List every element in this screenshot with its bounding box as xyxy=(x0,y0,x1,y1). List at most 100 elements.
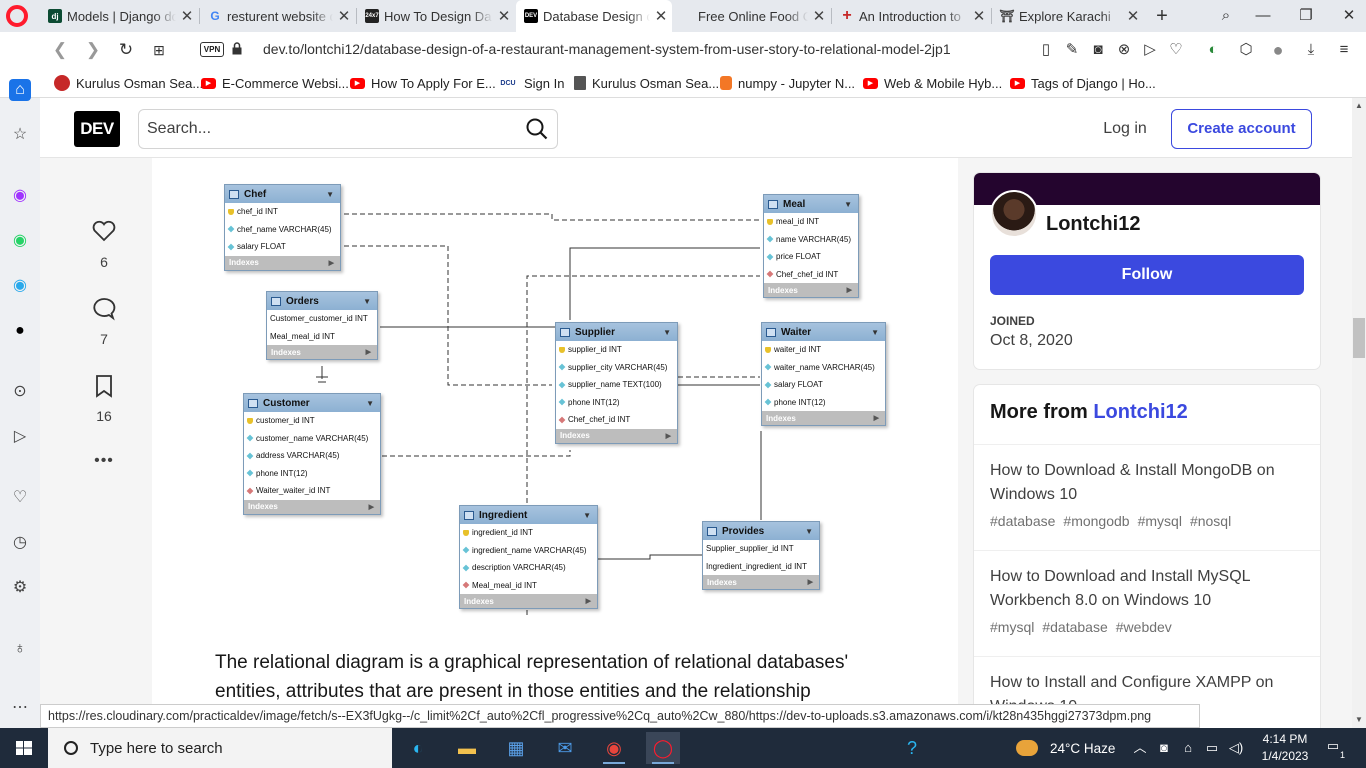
tab-google-search[interactable]: G resturent website d ✕ xyxy=(200,0,355,32)
sidebar-more-icon[interactable]: ⋯ xyxy=(9,697,31,719)
scroll-down-icon[interactable]: ▼ xyxy=(1355,715,1363,724)
tag-link[interactable]: #mongodb xyxy=(1063,513,1129,529)
tray-chevron-icon[interactable]: ︿ xyxy=(1131,738,1149,758)
send-sidebar-icon[interactable]: ▷ xyxy=(9,426,31,448)
tab-database-design-active[interactable]: DEV Database Design of ✕ xyxy=(516,0,672,32)
tag-link[interactable]: #mysql xyxy=(990,619,1034,635)
pin-icon[interactable]: ✎ xyxy=(1062,40,1082,60)
bookmark-item[interactable]: ▶ Web & Mobile Hyb... xyxy=(863,73,1002,93)
scroll-up-icon[interactable]: ▲ xyxy=(1355,101,1363,110)
messenger-icon[interactable]: ◉ xyxy=(9,185,31,207)
opera-logo-icon[interactable] xyxy=(6,5,28,27)
comment-icon[interactable] xyxy=(91,296,117,322)
snapshot-icon[interactable]: ◙ xyxy=(1088,40,1108,60)
tray-app-icon[interactable]: ◙ xyxy=(1155,738,1173,758)
tab-django-models[interactable]: dj Models | Django do ✕ xyxy=(40,0,198,32)
taskbar-search-box[interactable]: Type here to search xyxy=(48,728,392,768)
close-tab-icon[interactable]: ✕ xyxy=(493,7,515,25)
follow-button[interactable]: Follow xyxy=(990,255,1304,295)
battery-icon[interactable]: ▭ xyxy=(1203,738,1221,758)
search-input[interactable] xyxy=(147,118,507,140)
heart-sidebar-icon[interactable]: ♡ xyxy=(9,487,31,509)
bookmark-item[interactable]: ▶ E-Commerce Websi... xyxy=(201,73,349,93)
heart-reaction-icon[interactable] xyxy=(91,218,117,244)
mail-icon[interactable]: ✉ xyxy=(548,732,582,764)
more-from-item-title[interactable]: How to Download & Install MongoDB on Win… xyxy=(990,459,1304,507)
chrome-icon[interactable]: ◉ xyxy=(597,732,631,764)
er-diagram-image[interactable]: Chef ▼ chef_id INT chef_name VARCHAR(45) … xyxy=(152,158,958,628)
forward-button[interactable]: ❯ xyxy=(81,38,105,62)
settings-icon[interactable]: ⚙ xyxy=(9,577,31,599)
scrollbar-thumb[interactable] xyxy=(1353,318,1365,358)
extension-icon[interactable]: ◐ xyxy=(1203,40,1223,60)
author-name-link[interactable]: Lontchi12 xyxy=(1046,213,1140,236)
close-tab-icon[interactable]: ✕ xyxy=(968,7,990,25)
close-tab-icon[interactable]: ✕ xyxy=(808,7,830,25)
system-clock[interactable]: 4:14 PM 1/4/2023 xyxy=(1255,731,1315,765)
dev-logo[interactable]: DEV xyxy=(74,111,120,147)
edge-icon[interactable]: ◐ xyxy=(401,732,435,764)
create-account-button[interactable]: Create account xyxy=(1171,109,1312,149)
more-from-item[interactable]: How to Download and Install MySQL Workbe… xyxy=(974,550,1320,656)
tag-link[interactable]: #mysql xyxy=(1138,513,1182,529)
login-button[interactable]: Log in xyxy=(1090,114,1160,144)
lock-icon[interactable] xyxy=(232,42,242,55)
bookmark-item[interactable]: numpy - Jupyter N... xyxy=(720,73,855,93)
download-icon[interactable]: ⤓ xyxy=(1301,40,1321,60)
vpn-badge[interactable]: VPN xyxy=(200,42,224,57)
restore-button[interactable]: ❐ xyxy=(1291,4,1321,28)
menu-icon[interactable]: ≡ xyxy=(1334,40,1354,60)
new-tab-button[interactable]: + xyxy=(1147,4,1177,28)
send-icon[interactable]: ▷ xyxy=(1140,40,1160,60)
tag-link[interactable]: #database xyxy=(990,513,1055,529)
file-explorer-icon[interactable]: ▬ xyxy=(450,732,484,764)
store-icon[interactable]: ▦ xyxy=(499,732,533,764)
star-icon[interactable]: ☆ xyxy=(9,124,31,146)
close-tab-icon[interactable]: ✕ xyxy=(333,7,355,25)
minimize-button[interactable]: — xyxy=(1248,4,1278,28)
home-icon[interactable]: ⌂ xyxy=(9,79,31,101)
bookmark-item[interactable]: ▶ How To Apply For E... xyxy=(350,73,496,93)
more-from-item[interactable]: How to Download & Install MongoDB on Win… xyxy=(974,444,1320,550)
avatar[interactable] xyxy=(990,190,1038,238)
more-options-icon[interactable]: ••• xyxy=(84,452,124,470)
search-box[interactable] xyxy=(138,109,558,149)
bookmark-item[interactable]: DCU Sign In xyxy=(498,73,564,93)
close-window-button[interactable]: ✕ xyxy=(1334,4,1364,28)
more-from-author-link[interactable]: Lontchi12 xyxy=(1093,401,1187,423)
heart-icon[interactable]: ♡ xyxy=(1166,40,1186,60)
search-icon[interactable] xyxy=(526,118,548,140)
bookmark-icon[interactable] xyxy=(91,373,117,399)
tag-link[interactable]: #database xyxy=(1042,619,1107,635)
lightbulb-icon[interactable]: ♁ xyxy=(9,638,31,660)
volume-icon[interactable]: ◁) xyxy=(1227,738,1245,758)
bookmark-item[interactable]: Kurulus Osman Sea... xyxy=(574,73,719,93)
reader-icon[interactable]: ▯ xyxy=(1036,40,1056,60)
url-field[interactable]: dev.to/lontchi12/database-design-of-a-re… xyxy=(263,41,951,57)
tab-explore-karachi[interactable]: ⛩ Explore Karachi ✕ xyxy=(992,0,1144,32)
close-tab-icon[interactable]: ✕ xyxy=(176,7,198,25)
tab-introduction[interactable]: + An Introduction to ✕ xyxy=(832,0,990,32)
more-from-item-title[interactable]: How to Download and Install MySQL Workbe… xyxy=(990,565,1304,613)
opera-taskbar-icon[interactable]: ◯ xyxy=(646,732,680,764)
tag-link[interactable]: #webdev xyxy=(1116,619,1172,635)
player-icon[interactable]: ⊙ xyxy=(9,381,31,403)
history-icon[interactable]: ◷ xyxy=(9,532,31,554)
tag-link[interactable]: #nosql xyxy=(1190,513,1231,529)
scrollbar[interactable] xyxy=(1352,98,1366,728)
adblock-icon[interactable]: ⊗ xyxy=(1114,40,1134,60)
network-icon[interactable]: ⌂ xyxy=(1179,738,1197,758)
close-tab-icon[interactable]: ✕ xyxy=(650,7,672,25)
close-tab-icon[interactable]: ✕ xyxy=(1122,7,1144,25)
back-button[interactable]: ❮ xyxy=(48,38,72,62)
bookmark-item[interactable]: Kurulus Osman Sea... xyxy=(54,73,203,93)
whatsapp-icon[interactable]: ◉ xyxy=(9,230,31,252)
cube-icon[interactable]: ⬡ xyxy=(1236,40,1256,60)
telegram-icon[interactable]: ◉ xyxy=(9,275,31,297)
notification-center-icon[interactable]: ▭ 1 xyxy=(1322,738,1345,760)
help-icon[interactable]: ? xyxy=(895,732,929,764)
tab-how-to-design[interactable]: 24x7 How To Design Da ✕ xyxy=(357,0,515,32)
speed-dial-icon[interactable]: ⊞ xyxy=(147,38,171,62)
tab-free-online-food[interactable]: Free Online Food C ✕ xyxy=(690,0,830,32)
tiktok-icon[interactable]: ● xyxy=(9,320,31,342)
